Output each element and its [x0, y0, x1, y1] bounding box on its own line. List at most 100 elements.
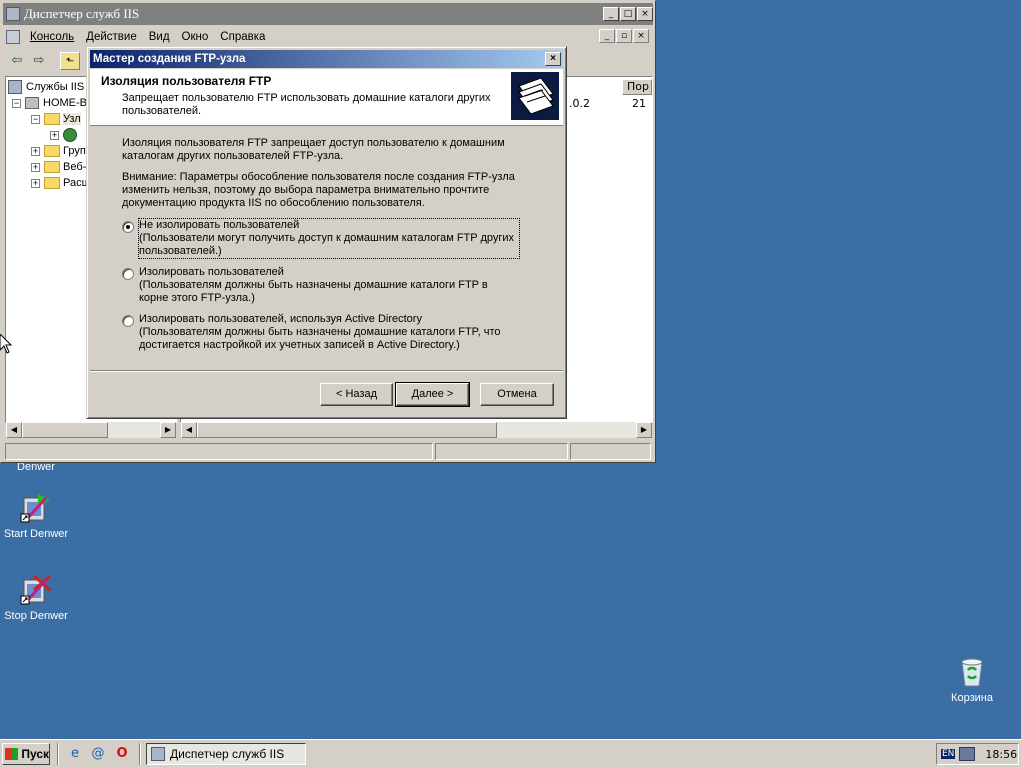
tree-item-ftp-site[interactable]: +	[50, 127, 81, 143]
menu-console[interactable]: Консоль	[30, 31, 74, 43]
option-title: Изолировать пользователей	[139, 266, 284, 278]
scroll-right-icon[interactable]: ▶	[636, 422, 652, 438]
wizard-title-bar[interactable]: Мастер создания FTP-узла ×	[90, 50, 563, 68]
internet-explorer-icon[interactable]: e	[66, 745, 84, 763]
option-no-isolation[interactable]: Не изолировать пользователей (Пользовате…	[122, 218, 542, 259]
taskbar-separator	[57, 743, 59, 765]
mdi-minimize-button[interactable]: _	[599, 29, 615, 43]
desktop-icon-label: Start Denwer	[3, 528, 69, 540]
radio-isolate-users[interactable]	[122, 268, 134, 280]
option-title: Изолировать пользователей, используя Act…	[139, 313, 422, 325]
desktop-icon-label: Корзина	[951, 692, 993, 704]
outlook-express-icon[interactable]: @	[89, 745, 107, 763]
mdi-close-button[interactable]: ×	[633, 29, 649, 43]
wizard-page-title: Изоляция пользователя FTP	[101, 74, 272, 88]
expand-icon[interactable]: +	[31, 146, 40, 156]
scroll-left-icon[interactable]: ◀	[6, 422, 22, 438]
list-cell-ip: .0.2	[569, 97, 590, 110]
wizard-separator	[90, 370, 563, 372]
status-cell	[435, 443, 568, 460]
forward-arrow-icon[interactable]: ⇨	[29, 52, 49, 70]
recycle-bin-icon	[956, 656, 988, 688]
radio-isolate-ad[interactable]	[122, 315, 134, 327]
desktop-icon-recycle-bin[interactable]: Корзина	[932, 656, 1012, 704]
opera-icon[interactable]: O	[113, 745, 131, 763]
back-button[interactable]: < Назад	[320, 383, 393, 406]
ftp-wizard-dialog: Мастер создания FTP-узла × Изоляция поль…	[86, 46, 567, 419]
clock[interactable]: 18:56	[985, 748, 1017, 761]
taskbar-separator	[139, 743, 141, 765]
expand-icon[interactable]: +	[50, 130, 59, 140]
wizard-close-button[interactable]: ×	[545, 52, 561, 66]
mdi-restore-button[interactable]: ▫	[616, 29, 632, 43]
desktop-icon-stop-denwer[interactable]: Stop Denwer	[0, 574, 76, 622]
maximize-button[interactable]: □	[620, 7, 636, 21]
scroll-left-icon[interactable]: ◀	[181, 422, 197, 438]
tree-item-extensions[interactable]: + Расш	[31, 175, 90, 191]
desktop-icon-label: Stop Denwer	[4, 610, 68, 622]
scroll-thumb[interactable]	[197, 422, 497, 438]
taskbar-button-iis[interactable]: Диспетчер служб IIS	[146, 743, 306, 765]
computer-icon	[25, 97, 39, 109]
option-detail: (Пользователям должны быть назначены дом…	[139, 326, 501, 351]
tree-item-pools[interactable]: + Груп	[31, 143, 86, 159]
stop-denwer-icon	[20, 574, 52, 606]
iis-app-icon	[6, 7, 20, 21]
iis-app-icon	[151, 747, 165, 761]
menu-view[interactable]: Вид	[149, 31, 170, 43]
option-isolate-ad[interactable]: Изолировать пользователей, используя Act…	[122, 313, 542, 353]
tree-item-iis[interactable]: Службы IIS	[8, 79, 84, 95]
mouse-pointer-icon	[0, 333, 13, 354]
folder-icon	[44, 113, 60, 125]
network-icon[interactable]	[959, 747, 976, 761]
tree-item-home[interactable]: − HOME-B	[12, 95, 87, 111]
close-button[interactable]: ×	[637, 7, 653, 21]
system-tray: EN 18:56	[936, 743, 1019, 765]
tree-horizontal-scrollbar[interactable]: ◀ ▶	[6, 422, 176, 438]
wizard-header: Изоляция пользователя FTP Запрещает поль…	[90, 69, 563, 126]
iis-title-bar[interactable]: Диспетчер служб IIS _ □ ×	[3, 3, 653, 25]
desktop-icon-start-denwer[interactable]: Start Denwer	[0, 492, 76, 540]
folder-icon	[44, 161, 60, 173]
cancel-button[interactable]: Отмена	[480, 383, 554, 406]
iis-window-title: Диспетчер служб IIS	[24, 6, 140, 21]
status-bar	[3, 442, 653, 461]
ftp-wizard-icon	[511, 72, 559, 120]
scroll-thumb[interactable]	[22, 422, 108, 438]
up-folder-icon[interactable]: ⬑	[60, 52, 80, 70]
collapse-icon[interactable]: −	[31, 114, 40, 124]
isolation-description: Изоляция пользователя FTP запрещает дост…	[122, 137, 505, 162]
next-button[interactable]: Далее >	[395, 382, 470, 407]
option-title: Не изолировать пользователей	[139, 219, 300, 231]
radio-no-isolation[interactable]	[122, 221, 134, 233]
expand-icon[interactable]: +	[31, 178, 40, 188]
option-isolate-users[interactable]: Изолировать пользователей (Пользователям…	[122, 266, 542, 306]
language-indicator[interactable]: EN	[941, 749, 956, 759]
menu-help[interactable]: Справка	[220, 31, 265, 43]
scroll-right-icon[interactable]: ▶	[160, 422, 176, 438]
menu-bar: Консоль Действие Вид Окно Справка _ ▫ ×	[3, 27, 653, 47]
menu-action[interactable]: Действие	[86, 31, 137, 43]
start-denwer-icon	[20, 492, 52, 524]
tree-item-web[interactable]: + Веб-	[31, 159, 86, 175]
back-arrow-icon[interactable]: ⇦	[7, 52, 27, 70]
list-horizontal-scrollbar[interactable]: ◀ ▶	[181, 422, 652, 438]
tree-item-ftp-sites[interactable]: − Узл	[31, 111, 81, 127]
list-cell-port: 21	[632, 97, 646, 110]
column-header-port[interactable]: Пор	[622, 79, 652, 95]
windows-logo-icon	[5, 748, 19, 760]
ftp-site-globe-icon	[63, 128, 77, 142]
expand-icon[interactable]: +	[31, 162, 40, 172]
option-detail: (Пользователи могут получить доступ к до…	[139, 232, 515, 257]
menu-window[interactable]: Окно	[182, 31, 209, 43]
collapse-icon[interactable]: −	[12, 98, 21, 108]
wizard-title: Мастер создания FTP-узла	[93, 53, 246, 65]
taskbar: Пуск e @ O Диспетчер служб IIS EN 18:56	[0, 739, 1021, 767]
start-button[interactable]: Пуск	[2, 743, 50, 765]
option-detail: (Пользователям должны быть назначены дом…	[139, 279, 488, 304]
iis-services-icon	[8, 80, 22, 94]
isolation-warning: Внимание: Параметры обособление пользова…	[122, 171, 515, 209]
minimize-button[interactable]: _	[603, 7, 619, 21]
folder-icon	[44, 177, 60, 189]
status-cell	[570, 443, 651, 460]
